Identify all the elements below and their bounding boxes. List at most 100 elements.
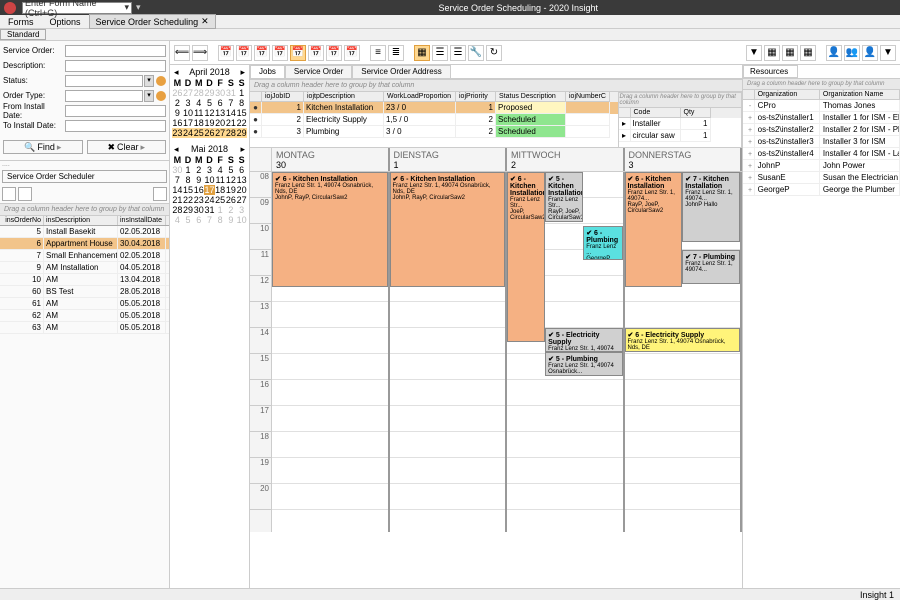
cal-day[interactable]: 13 bbox=[236, 175, 247, 185]
cal-day[interactable]: 8 bbox=[183, 175, 194, 185]
input-to-date[interactable] bbox=[65, 120, 166, 132]
cal-day[interactable]: 4 bbox=[215, 165, 226, 175]
group-header-orders[interactable]: Drag a column header here to group by th… bbox=[0, 203, 169, 216]
cal-day[interactable]: 3 bbox=[236, 205, 247, 215]
col-job-id[interactable]: iojJobID bbox=[262, 92, 304, 102]
cal-day[interactable]: 6 bbox=[193, 215, 204, 225]
day-column[interactable]: ✔ 6 - Kitchen InstallationFranz Lenz Str… bbox=[625, 172, 743, 532]
cal-btn-1[interactable]: 📅 bbox=[218, 45, 234, 61]
cal-day[interactable]: 28 bbox=[226, 128, 237, 138]
cal-day[interactable]: 15 bbox=[183, 185, 194, 195]
cal-day[interactable]: 5 bbox=[226, 165, 237, 175]
cal-day[interactable]: 22 bbox=[183, 195, 194, 205]
cal-day[interactable]: 27 bbox=[215, 128, 226, 138]
cal-day[interactable]: 29 bbox=[236, 128, 247, 138]
cal-day[interactable]: 26 bbox=[204, 128, 215, 138]
cal-day[interactable]: 24 bbox=[204, 195, 215, 205]
cal-day[interactable]: 10 bbox=[204, 175, 215, 185]
cal-day[interactable]: 21 bbox=[226, 118, 237, 128]
appointment[interactable]: ✔ 6 - Electricity SupplyFranz Lenz Str. … bbox=[625, 328, 741, 352]
cal-day[interactable]: 12 bbox=[204, 108, 215, 118]
cal-day[interactable]: 1 bbox=[236, 88, 247, 98]
appointment[interactable]: ✔ 5 - Electricity SupplyFranz Lenz Str. … bbox=[545, 328, 622, 352]
cal-day[interactable]: 18 bbox=[193, 118, 204, 128]
input-order-type[interactable] bbox=[65, 90, 143, 102]
resource-row[interactable]: +os-ts2\installer1Installer 1 for ISM - … bbox=[743, 112, 900, 124]
cal-day[interactable]: 4 bbox=[172, 215, 183, 225]
cal-day[interactable]: 31 bbox=[204, 205, 215, 215]
ordertype-refresh-icon[interactable] bbox=[156, 91, 166, 101]
sos-tool-3[interactable] bbox=[153, 187, 167, 201]
grid-btn-1[interactable]: ▦ bbox=[764, 45, 780, 61]
cal-day[interactable]: 30 bbox=[172, 165, 183, 175]
resource-req-row[interactable]: ▸Installer1 bbox=[619, 118, 742, 130]
appointment[interactable]: ✔ 6 - Kitchen InstallationFranz Lenz Str… bbox=[507, 172, 545, 342]
cal-day[interactable]: 13 bbox=[215, 108, 226, 118]
col-install-date[interactable]: insInstallDate bbox=[118, 216, 166, 225]
cal-day[interactable]: 4 bbox=[193, 98, 204, 108]
job-row[interactable]: 3Plumbing3 / 02Scheduled bbox=[250, 126, 618, 138]
cal-day[interactable]: 5 bbox=[204, 98, 215, 108]
cal-btn-6[interactable]: 📅 bbox=[308, 45, 324, 61]
status-refresh-icon[interactable] bbox=[156, 76, 166, 86]
cal-day[interactable]: 9 bbox=[172, 108, 183, 118]
cal-day[interactable]: 15 bbox=[236, 108, 247, 118]
col-org-name[interactable]: Organization Name bbox=[820, 90, 900, 100]
resource-row[interactable]: +os-ts2\installer4Installer 4 for ISM - … bbox=[743, 148, 900, 160]
cal-day[interactable]: 21 bbox=[172, 195, 183, 205]
find-button[interactable]: 🔍Find▸ bbox=[3, 140, 83, 154]
filter-icon[interactable]: ▼ bbox=[746, 45, 762, 61]
input-status[interactable] bbox=[65, 75, 143, 87]
col-numberc[interactable]: iojNumberC bbox=[566, 92, 610, 102]
order-row[interactable]: 63AM05.05.2018 bbox=[0, 322, 169, 334]
order-row[interactable]: 60BS Test28.05.2018 bbox=[0, 286, 169, 298]
tab-service-order-scheduling[interactable]: Service Order Scheduling✕ bbox=[89, 14, 216, 29]
view-btn-2[interactable]: ≣ bbox=[388, 45, 404, 61]
close-tab-icon[interactable]: ✕ bbox=[201, 16, 209, 27]
cal-day[interactable]: 23 bbox=[172, 128, 183, 138]
cal-day[interactable]: 29 bbox=[183, 205, 194, 215]
tab-so-address[interactable]: Service Order Address bbox=[352, 65, 450, 78]
resource-row[interactable]: +os-ts2\installer2Installer 2 for ISM - … bbox=[743, 124, 900, 136]
tab-service-order[interactable]: Service Order bbox=[285, 65, 352, 78]
cal-day[interactable]: 14 bbox=[226, 108, 237, 118]
cal-day[interactable]: 26 bbox=[172, 88, 183, 98]
resource-row[interactable]: -CProThomas Jones bbox=[743, 100, 900, 112]
cal-day[interactable]: 29 bbox=[204, 88, 215, 98]
cal-day[interactable]: 25 bbox=[215, 195, 226, 205]
view-btn-5[interactable]: ☰ bbox=[450, 45, 466, 61]
job-row[interactable]: 2Electricity Supply1,5 / 02Scheduled bbox=[250, 114, 618, 126]
order-row[interactable]: 61AM05.05.2018 bbox=[0, 298, 169, 310]
col-job-desc[interactable]: iojtpDescription bbox=[304, 92, 384, 102]
cal-day[interactable]: 10 bbox=[236, 215, 247, 225]
cal-day[interactable]: 24 bbox=[183, 128, 194, 138]
cal-day[interactable]: 3 bbox=[204, 165, 215, 175]
cal-btn-3[interactable]: 📅 bbox=[254, 45, 270, 61]
cal-day[interactable]: 14 bbox=[172, 185, 183, 195]
cal-day[interactable]: 3 bbox=[183, 98, 194, 108]
cal-next-icon[interactable]: ▸ bbox=[240, 144, 245, 155]
col-order-desc[interactable]: insDescription bbox=[44, 216, 118, 225]
status-dropdown-icon[interactable]: ▾ bbox=[144, 75, 154, 87]
sos-tool-2[interactable] bbox=[18, 187, 32, 201]
resource-row[interactable]: +JohnPJohn Power bbox=[743, 160, 900, 172]
order-row[interactable]: 10AM13.04.2018 bbox=[0, 274, 169, 286]
cal-day[interactable]: 11 bbox=[215, 175, 226, 185]
cal-day[interactable]: 18 bbox=[215, 185, 226, 195]
cal-day[interactable]: 1 bbox=[183, 165, 194, 175]
col-workload[interactable]: WorkLoadProportion bbox=[384, 92, 456, 102]
cal-day[interactable]: 11 bbox=[193, 108, 204, 118]
cal-day[interactable]: 9 bbox=[226, 215, 237, 225]
filter-clear-icon[interactable]: ▼ bbox=[880, 45, 896, 61]
col-priority[interactable]: iojPriority bbox=[456, 92, 496, 102]
order-row[interactable]: 62AM05.05.2018 bbox=[0, 310, 169, 322]
col-organization[interactable]: Organization bbox=[755, 90, 820, 100]
col-code[interactable]: Code bbox=[631, 108, 681, 118]
resource-req-row[interactable]: ▸circular saw1 bbox=[619, 130, 742, 142]
nav-back-icon[interactable]: ⟸ bbox=[174, 45, 190, 61]
cal-prev-icon[interactable]: ◂ bbox=[174, 67, 179, 78]
cal-day[interactable]: 2 bbox=[226, 205, 237, 215]
user-btn-1[interactable]: 👤 bbox=[826, 45, 842, 61]
cal-day[interactable]: 27 bbox=[183, 88, 194, 98]
grid-btn-2[interactable]: ▦ bbox=[782, 45, 798, 61]
